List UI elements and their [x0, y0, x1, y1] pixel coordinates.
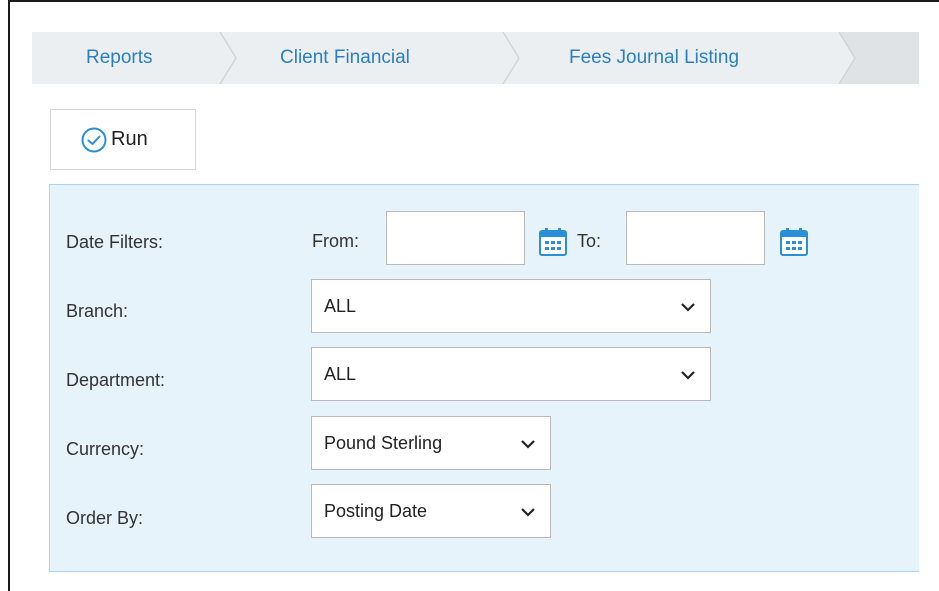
breadcrumb-item-client-financial[interactable]: Client Financial: [237, 32, 520, 84]
department-select[interactable]: ALL: [311, 347, 711, 401]
breadcrumb-item-label: Reports: [86, 47, 153, 68]
to-label: To:: [577, 231, 602, 251]
currency-label: Currency:: [66, 439, 145, 459]
currency-select[interactable]: Pound Sterling: [311, 416, 551, 470]
breadcrumb-active-tail: [839, 32, 919, 84]
currency-select-value: Pound Sterling: [324, 432, 443, 453]
to-date-input[interactable]: [626, 211, 765, 265]
chevron-down-icon: [521, 440, 535, 449]
breadcrumb-item-reports[interactable]: Reports: [32, 32, 237, 84]
run-button[interactable]: Run: [50, 109, 196, 170]
department-label: Department:: [66, 370, 166, 390]
date-filters-label: Date Filters:: [66, 232, 164, 252]
order-by-select[interactable]: Posting Date: [311, 484, 551, 538]
branch-select-value: ALL: [324, 295, 357, 316]
calendar-icon[interactable]: [537, 226, 569, 258]
breadcrumb-item-fees-journal-listing[interactable]: Fees Journal Listing: [520, 32, 840, 84]
calendar-icon[interactable]: [778, 226, 810, 258]
chevron-down-icon: [681, 303, 695, 312]
filter-panel: Date Filters: From: To: Branch: ALL Depa…: [49, 184, 919, 572]
order-by-label: Order By:: [66, 508, 144, 528]
breadcrumb-separator: [502, 32, 520, 84]
breadcrumb-item-label: Client Financial: [280, 47, 410, 68]
from-label: From:: [312, 231, 359, 251]
breadcrumb-separator: [219, 32, 237, 84]
check-circle-icon: [81, 127, 107, 152]
order-by-select-value: Posting Date: [324, 500, 428, 521]
from-date-input[interactable]: [386, 211, 525, 265]
breadcrumb: Reports Client Financial Fees Journal Li…: [32, 32, 919, 84]
branch-select[interactable]: ALL: [311, 279, 711, 333]
breadcrumb-item-label: Fees Journal Listing: [569, 47, 740, 68]
branch-label: Branch:: [66, 301, 129, 321]
chevron-down-icon: [521, 508, 535, 517]
run-button-label: Run: [111, 128, 148, 150]
department-select-value: ALL: [324, 363, 357, 384]
chevron-down-icon: [681, 371, 695, 380]
